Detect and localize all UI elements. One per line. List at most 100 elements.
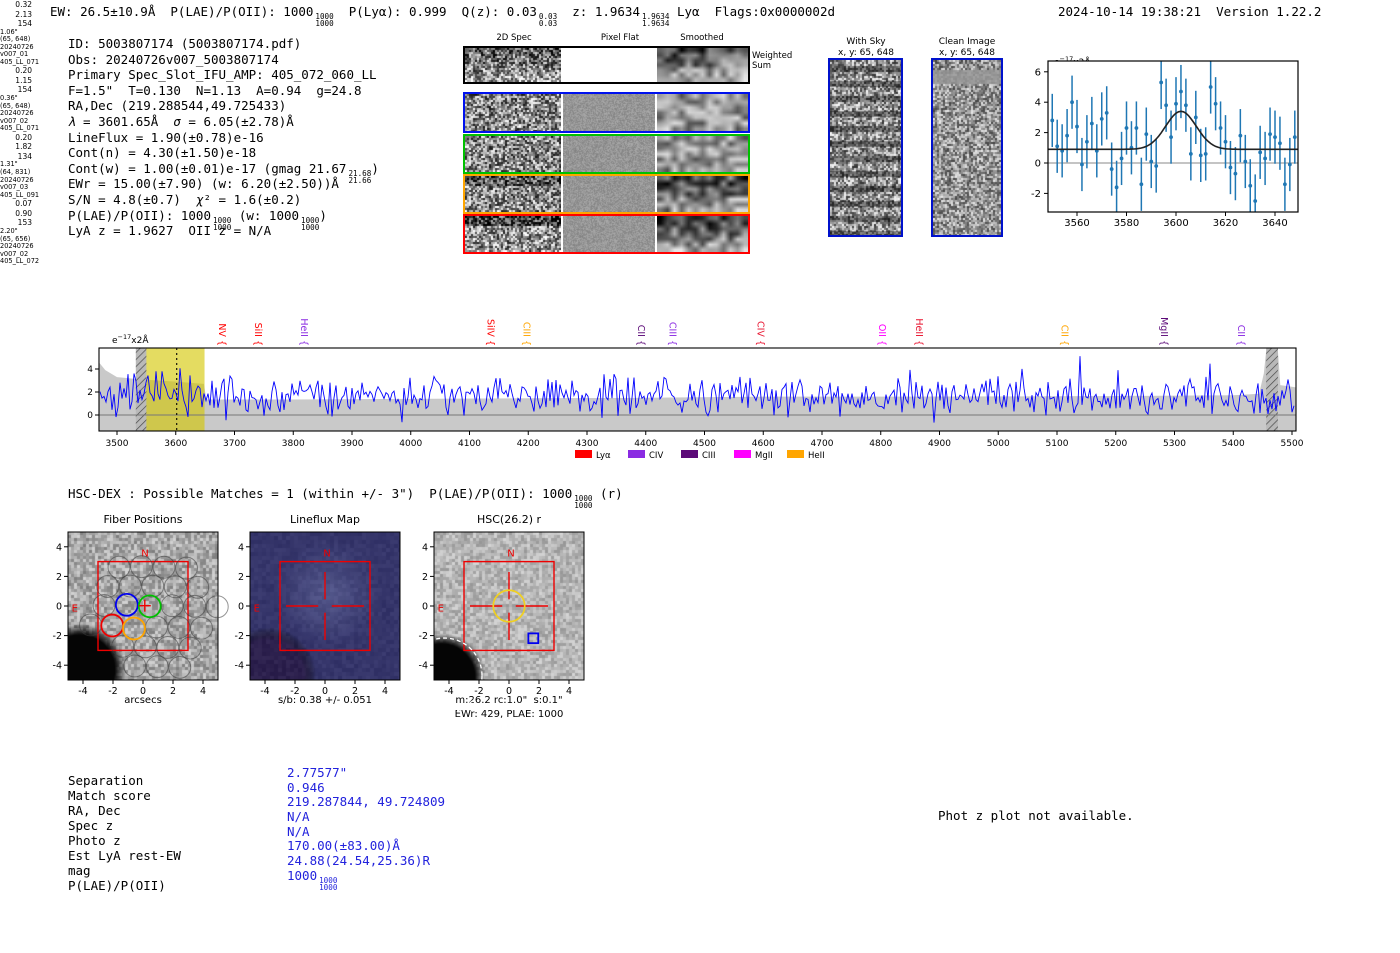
x-tick-label: 3580 — [1114, 218, 1139, 229]
fiber-circle — [168, 655, 192, 679]
x-tick-label: 4900 — [928, 439, 951, 449]
legend-swatch-lyα — [575, 450, 592, 458]
fiber-circle — [145, 615, 168, 639]
legend-swatch-ciii — [681, 450, 698, 458]
data-point — [1050, 118, 1055, 123]
plots-overlay: 3560 3580 3600 3620 3640 -2 0 2 4 6 NV {SiII {HeII… — [53, 60, 1304, 714]
x-tick-label: 5400 — [1222, 439, 1245, 449]
y-tick-label: 2 — [238, 572, 244, 583]
data-point — [1104, 110, 1109, 115]
y-tick-label: 2 — [422, 572, 428, 583]
data-point — [1193, 115, 1198, 120]
line-label-heii: HeII { — [298, 318, 309, 346]
x-tick-label: 3900 — [341, 439, 364, 449]
line-label-civ: CIV { — [754, 321, 765, 346]
x-tick-label: 5300 — [1163, 439, 1186, 449]
east-label: E — [72, 603, 78, 614]
selected-fiber-circle — [122, 616, 146, 641]
fiber-circle — [183, 594, 207, 618]
fiber-circle — [92, 593, 116, 617]
x-tick-label: 4100 — [458, 439, 481, 449]
x-tick-label: 4 — [382, 686, 388, 697]
data-point — [1099, 117, 1104, 121]
data-point — [1248, 183, 1253, 188]
x-tick-label: 2 — [352, 686, 358, 697]
fiber-circle — [186, 575, 210, 599]
y-tick-label: 0 — [238, 602, 244, 613]
bad-region-hatch — [1266, 348, 1278, 431]
data-point — [1292, 135, 1297, 140]
y-tick-label: 6 — [1035, 67, 1041, 78]
data-point — [1228, 165, 1233, 170]
data-point — [1085, 139, 1089, 144]
data-point — [1065, 133, 1069, 138]
x-tick-label: 4 — [566, 686, 572, 697]
fiber-circle — [167, 616, 191, 639]
x-tick-label: 5000 — [987, 439, 1010, 449]
y-tick-label: 0 — [56, 602, 62, 613]
x-tick-label: 5500 — [1281, 439, 1304, 449]
data-point — [1263, 156, 1267, 161]
line-label-heii: HeII { — [913, 318, 924, 346]
x-tick-label: 5100 — [1046, 439, 1069, 449]
data-point — [1253, 199, 1258, 203]
fiber-circle — [178, 636, 202, 660]
line-fit-plot: 3560 3580 3600 3620 3640 -2 0 2 4 6 — [1031, 60, 1299, 229]
x-tick-label: 0 — [322, 686, 328, 697]
image-overlay: -4-4-2-2002244NE — [406, 531, 585, 714]
y-tick-label: 0 — [1035, 159, 1041, 170]
y-tick-label: -2 — [235, 631, 244, 642]
data-point — [1203, 151, 1208, 156]
x-tick-label: 3800 — [282, 439, 305, 449]
line-label-ciii: CIII { — [521, 322, 532, 346]
data-point — [1213, 101, 1218, 106]
x-tick-label: 4 — [200, 686, 206, 697]
east-label: E — [254, 603, 260, 614]
y-tick-label: 2 — [1035, 128, 1041, 139]
fiber-circle — [141, 574, 165, 598]
data-point — [1233, 171, 1238, 176]
fiber-circle — [160, 594, 184, 618]
x-tick-label: 4300 — [576, 439, 599, 449]
data-point — [1109, 167, 1114, 171]
line-label-siii: SiII { — [252, 323, 263, 346]
fiber-circle — [156, 635, 180, 659]
x-tick-label: 3500 — [106, 439, 129, 449]
data-point — [1149, 159, 1154, 164]
fiber-overlay: -4-4-2-2002244NE — [53, 531, 229, 697]
fiber-circle — [163, 575, 187, 599]
data-point — [1238, 133, 1243, 138]
fiber-circle — [175, 556, 198, 580]
x-tick-label: 2 — [536, 686, 542, 697]
legend-label-civ: CIV — [649, 451, 663, 461]
legend-swatch-mgii — [734, 450, 751, 458]
data-point — [1258, 150, 1263, 155]
data-point — [1159, 80, 1164, 85]
x-tick-label: -2 — [290, 686, 299, 697]
y-tick-label: 4 — [56, 542, 62, 553]
x-tick-label: 0 — [140, 686, 146, 697]
fiber-circle — [107, 555, 131, 579]
data-point — [1124, 126, 1129, 130]
data-point — [1223, 139, 1228, 144]
x-tick-label: 3600 — [164, 439, 187, 449]
data-point — [1243, 159, 1248, 164]
data-point — [1268, 132, 1272, 137]
data-point — [1283, 182, 1287, 187]
y-tick-label: -4 — [53, 661, 62, 672]
y-tick-label: 4 — [1035, 98, 1041, 109]
x-tick-label: -4 — [78, 686, 87, 697]
legend-label-mgii: MgII — [755, 451, 773, 461]
y-tick-label: -4 — [235, 661, 244, 672]
data-point — [1055, 144, 1060, 149]
data-point — [1144, 132, 1149, 137]
y-tick-label: 4 — [422, 542, 428, 553]
data-point — [1119, 156, 1124, 161]
line-label-mgii: MgII { — [1158, 317, 1169, 346]
legend-label-heii: HeII — [808, 451, 825, 461]
line-label-cii: CII { — [635, 325, 646, 346]
x-tick-label: 3640 — [1262, 218, 1287, 229]
data-point — [1164, 103, 1168, 108]
x-tick-label: 4600 — [752, 439, 775, 449]
masked-object-circle — [406, 637, 483, 714]
